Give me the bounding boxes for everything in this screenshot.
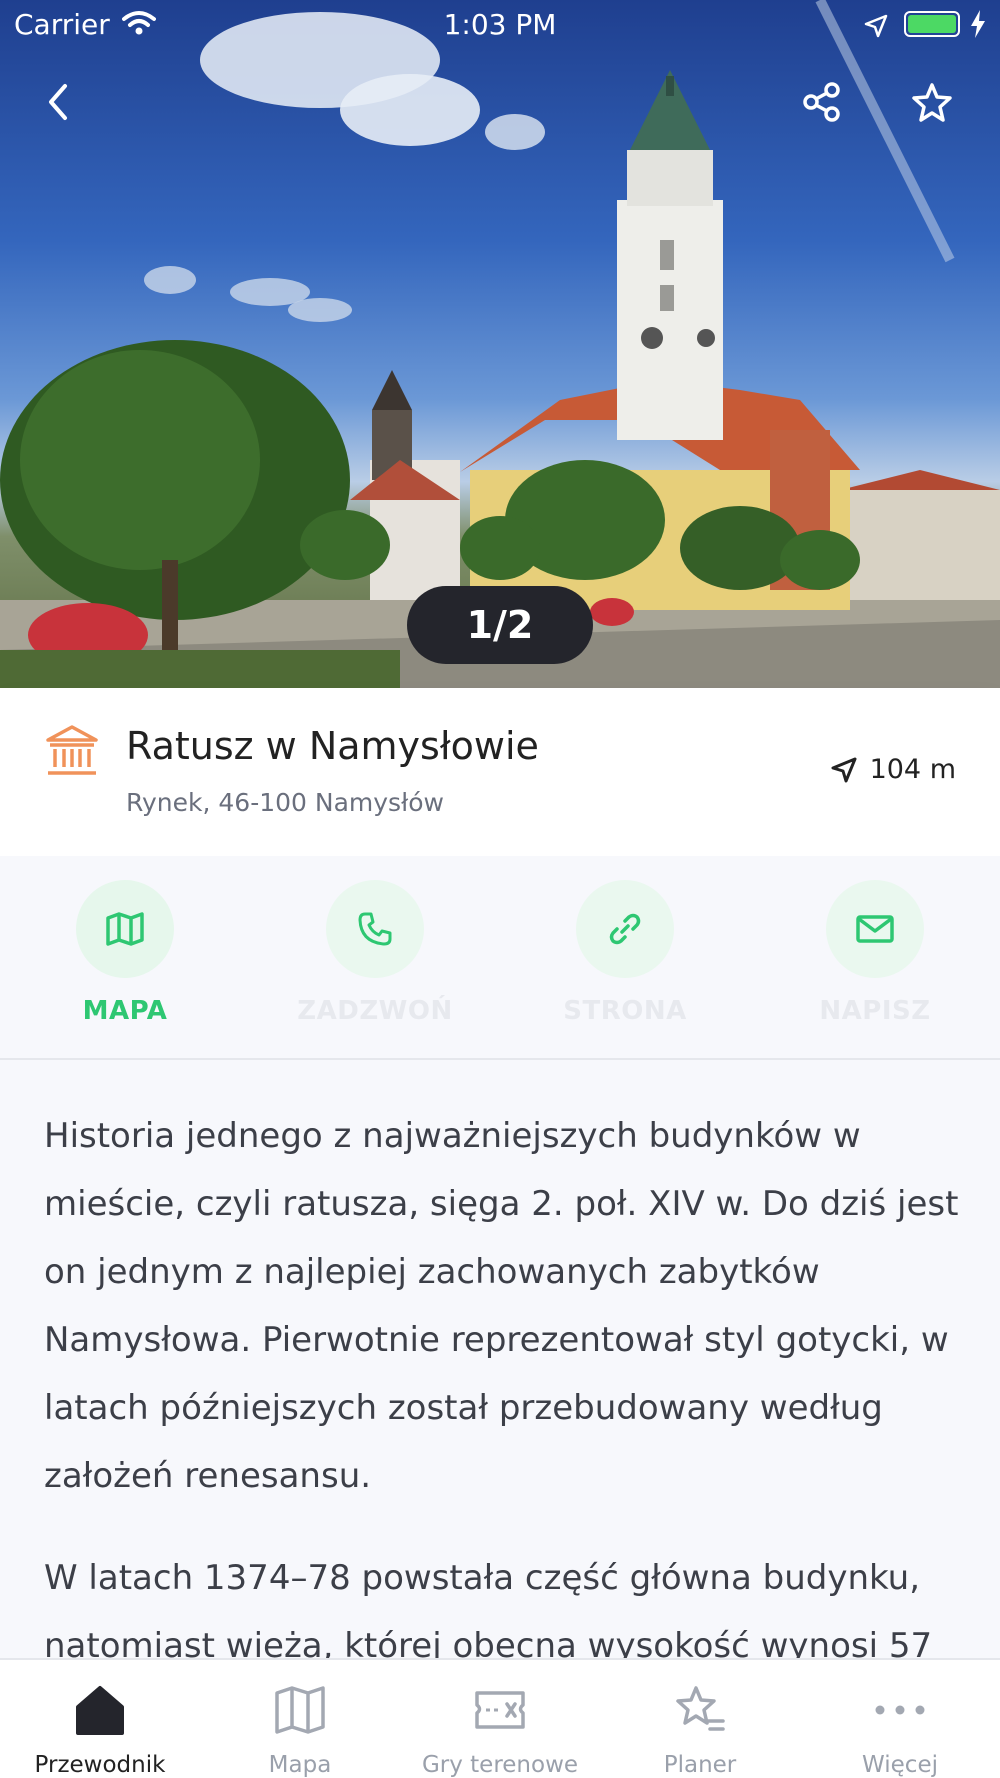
ticket-icon bbox=[474, 1682, 526, 1738]
call-action-circle bbox=[326, 880, 424, 978]
email-action-button[interactable]: NAPISZ bbox=[775, 880, 975, 1026]
status-bar: Carrier 1:03 PM bbox=[0, 0, 1000, 50]
action-buttons: MAPA ZADZWOŃ STRONA NAPISZ bbox=[0, 856, 1000, 1060]
navigation-arrow-icon bbox=[831, 757, 857, 782]
place-address: Rynek, 46-100 Namysłów bbox=[126, 788, 444, 817]
email-action-circle bbox=[826, 880, 924, 978]
website-action-circle bbox=[576, 880, 674, 978]
map-action-label: MAPA bbox=[82, 996, 168, 1026]
description-paragraph: Historia jednego z najważniejszych budyn… bbox=[44, 1116, 959, 1496]
charging-bolt-icon bbox=[970, 10, 986, 45]
tab-map[interactable]: Mapa bbox=[200, 1660, 400, 1778]
gallery-counter: 1/2 bbox=[407, 586, 593, 664]
favorite-button[interactable] bbox=[902, 72, 962, 132]
distance-indicator: 104 m bbox=[830, 754, 956, 785]
tab-guide[interactable]: Przewodnik bbox=[0, 1660, 200, 1778]
share-icon bbox=[803, 82, 840, 122]
map-icon bbox=[106, 912, 144, 946]
tab-bar: Przewodnik Mapa Gry terenowe Planer Więc… bbox=[0, 1658, 1000, 1778]
tab-more[interactable]: Więcej bbox=[800, 1660, 1000, 1778]
chevron-left-icon bbox=[49, 84, 67, 120]
star-icon bbox=[912, 83, 952, 122]
star-list-icon bbox=[674, 1682, 726, 1738]
place-description: Historia jednego z najważniejszych budyn… bbox=[44, 1102, 964, 1714]
place-title: Ratusz w Namysłowie bbox=[126, 724, 539, 768]
website-action-label: STRONA bbox=[563, 996, 687, 1026]
hero-photo[interactable]: Carrier 1:03 PM 1/2 bbox=[0, 0, 1000, 688]
tab-planner[interactable]: Planer bbox=[600, 1660, 800, 1778]
distance-value: 104 m bbox=[869, 754, 956, 785]
tab-field-games[interactable]: Gry terenowe bbox=[400, 1660, 600, 1778]
link-icon bbox=[609, 913, 641, 945]
website-action-button[interactable]: STRONA bbox=[525, 880, 725, 1026]
back-button[interactable] bbox=[28, 72, 88, 132]
more-icon bbox=[872, 1682, 928, 1738]
museum-icon bbox=[44, 724, 100, 782]
share-button[interactable] bbox=[792, 72, 852, 132]
clock-time: 1:03 PM bbox=[443, 8, 557, 41]
map-action-button[interactable]: MAPA bbox=[25, 880, 225, 1026]
map-icon bbox=[274, 1682, 326, 1738]
tab-field-games-label: Gry terenowe bbox=[421, 1752, 579, 1778]
mail-icon bbox=[856, 915, 894, 943]
map-action-circle bbox=[76, 880, 174, 978]
tab-map-label: Mapa bbox=[268, 1752, 332, 1778]
phone-icon bbox=[358, 912, 392, 946]
location-arrow-icon bbox=[864, 12, 888, 45]
call-action-label: ZADZWOŃ bbox=[297, 996, 453, 1026]
home-icon bbox=[74, 1682, 126, 1738]
email-action-label: NAPISZ bbox=[819, 996, 931, 1026]
place-header: Ratusz w Namysłowie Rynek, 46-100 Namysł… bbox=[0, 688, 1000, 856]
tab-guide-label: Przewodnik bbox=[34, 1752, 166, 1778]
tab-planner-label: Planer bbox=[663, 1752, 737, 1778]
call-action-button[interactable]: ZADZWOŃ bbox=[275, 880, 475, 1026]
tab-more-label: Więcej bbox=[862, 1752, 938, 1778]
battery-icon bbox=[904, 11, 960, 37]
